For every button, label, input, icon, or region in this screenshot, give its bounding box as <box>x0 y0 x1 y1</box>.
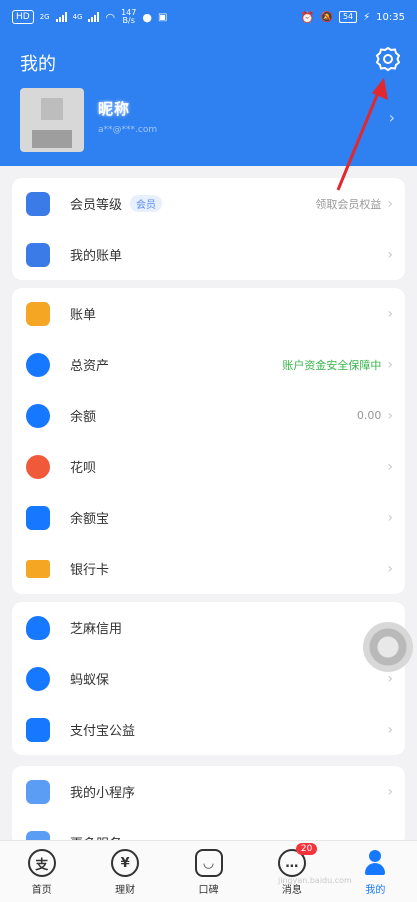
qq-icon: ● <box>142 10 152 24</box>
wifi-icon: ◠ <box>105 10 116 24</box>
floating-assist-ball[interactable] <box>363 622 413 672</box>
list-item-label: 花呗 <box>70 461 97 476</box>
chevron-right-icon: › <box>387 356 393 373</box>
alarm-icon: ⏰ <box>300 10 315 24</box>
status-bar: HD 2G 4G ◠ 147 B/s ● ▣ ⏰ 🔕 54 ⚡ 10:35 <box>0 0 417 34</box>
member-icon <box>26 191 50 216</box>
clock-time: 10:35 <box>376 11 405 23</box>
chevron-right-icon: › <box>387 721 393 738</box>
list-item-account[interactable]: 我的账单 › <box>12 229 405 280</box>
profile-name[interactable]: 昵称 <box>98 98 130 119</box>
chevron-right-icon: › <box>387 246 393 263</box>
card-assets: 账单 › 总资产 账户资金安全保障中 › 余额 0.00 › 花呗 › 余额宝 … <box>12 288 405 594</box>
card-services: 芝麻信用 › 蚂蚁保 › 支付宝公益 › <box>12 602 405 755</box>
net-speed: 147 B/s <box>121 9 136 25</box>
list-item-value: 领取会员权益 <box>315 197 382 211</box>
message-badge: 20 <box>295 843 318 855</box>
list-item-total-assets[interactable]: 总资产 账户资金安全保障中 › <box>12 339 405 390</box>
tab-label: 我的 <box>365 885 386 896</box>
security-icon <box>26 666 50 691</box>
member-tag: 会员 <box>130 195 163 212</box>
download-icon: ▣ <box>157 11 168 23</box>
chevron-right-icon: › <box>387 560 393 577</box>
list-item-miniprogram[interactable]: 我的小程序 › <box>12 766 405 817</box>
list-item-charity[interactable]: 支付宝公益 › <box>12 704 405 755</box>
battery-indicator: 54 <box>338 11 358 23</box>
balance-icon <box>26 352 50 377</box>
network-b-label: 4G <box>72 13 83 21</box>
huabei-icon <box>26 454 50 479</box>
chevron-right-icon: › <box>387 305 393 322</box>
tab-mine[interactable]: 我的 <box>334 841 417 902</box>
avatar[interactable] <box>20 88 84 152</box>
card-membership: 会员等级 会员 领取会员权益 › 我的账单 › <box>12 178 405 280</box>
list-item-label: 银行卡 <box>70 563 110 578</box>
list-item-balance[interactable]: 余额 0.00 › <box>12 390 405 441</box>
list-item-bill[interactable]: 账单 › <box>12 288 405 339</box>
list-item-label: 蚂蚁保 <box>70 673 110 688</box>
insurance-icon <box>26 615 50 640</box>
list-item-bank-card[interactable]: 银行卡 › <box>12 543 405 594</box>
list-item-label: 芝麻信用 <box>70 622 123 637</box>
person-icon <box>364 849 386 877</box>
list-item-yuebao[interactable]: 余额宝 › <box>12 492 405 543</box>
list-item-label: 会员等级 <box>70 198 123 213</box>
list-item-membership[interactable]: 会员等级 会员 领取会员权益 › <box>12 178 405 229</box>
charging-icon: ⚡ <box>363 11 371 23</box>
list-item-label: 账单 <box>70 308 97 323</box>
page-title: 我的 <box>20 54 56 75</box>
list-item-label: 我的小程序 <box>70 786 136 801</box>
mute-icon: 🔕 <box>320 11 333 23</box>
list-item-value: 0.00 <box>356 409 382 422</box>
settings-button[interactable] <box>373 44 403 74</box>
list-item-huabei[interactable]: 花呗 › <box>12 441 405 492</box>
signal-a-icon <box>55 12 67 22</box>
chevron-right-icon: › <box>387 783 393 800</box>
charity-icon <box>26 717 50 742</box>
chevron-right-icon: › <box>387 509 393 526</box>
alipay-icon: 支 <box>27 849 56 877</box>
miniprogram-icon <box>26 779 50 804</box>
list-item-label: 余额 <box>70 410 97 425</box>
bill-icon <box>26 301 50 326</box>
profile-account: a**@***.com <box>98 125 158 135</box>
tab-koubei[interactable]: ◡ 口碑 <box>167 841 250 902</box>
yuan-icon: ¥ <box>111 849 140 877</box>
list-item-label: 我的账单 <box>70 249 123 264</box>
chevron-right-icon: › <box>387 458 393 475</box>
watermark: jingyan.baidu.com <box>278 876 352 885</box>
list-item-credit[interactable]: 芝麻信用 › <box>12 602 405 653</box>
list-item-label: 余额宝 <box>70 512 110 527</box>
tab-messages[interactable]: … 20 消息 <box>250 841 333 902</box>
tab-label: 首页 <box>31 885 52 896</box>
chevron-right-icon: › <box>387 195 393 212</box>
tab-label: 理财 <box>115 885 136 896</box>
list-item-label: 支付宝公益 <box>70 724 136 739</box>
bottom-nav: 支 首页 ¥ 理财 ◡ 口碑 … 20 消息 我的 <box>0 840 417 902</box>
net-speed-unit: B/s <box>122 16 135 25</box>
profile-header: 我的 昵称 a**@***.com › <box>0 34 417 166</box>
yuebao2-icon <box>26 505 50 530</box>
list-item-value: 账户资金安全保障中 <box>282 358 382 372</box>
chevron-right-icon: › <box>387 407 393 424</box>
card-icon <box>26 559 50 578</box>
signal-b-icon <box>88 12 100 22</box>
hd-indicator: HD <box>12 10 34 24</box>
chevron-right-icon: › <box>387 670 393 687</box>
card-more: 我的小程序 › 更多服务 › <box>12 766 405 855</box>
tab-wealth[interactable]: ¥ 理财 <box>83 841 166 902</box>
koubei-icon: ◡ <box>194 849 223 877</box>
account-icon <box>26 242 50 267</box>
gear-icon <box>375 46 401 72</box>
yuebao-icon <box>26 403 50 428</box>
list-item-label: 总资产 <box>70 359 110 374</box>
list-item-insurance[interactable]: 蚂蚁保 › <box>12 653 405 704</box>
network-a-label: 2G <box>39 13 50 21</box>
chevron-right-icon[interactable]: › <box>389 108 395 127</box>
tab-home[interactable]: 支 首页 <box>0 841 83 902</box>
tab-label: 口碑 <box>198 885 219 896</box>
